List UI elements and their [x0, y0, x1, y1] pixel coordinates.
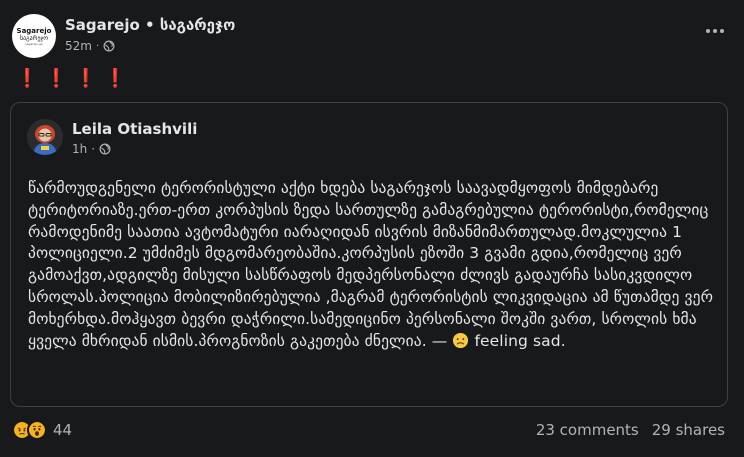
shared-post-meta: 1h · — [72, 142, 111, 156]
reaction-count[interactable]: 44 — [53, 421, 72, 439]
shared-post-text: წარმოუდგენელი ტერორისტული აქტი ხდება საგ… — [28, 178, 718, 352]
shared-author-name[interactable]: Leila Otiashvili — [72, 120, 197, 138]
shared-post-timestamp[interactable]: 1h — [72, 142, 87, 156]
wow-reaction-icon — [27, 420, 47, 440]
dots-glyph — [706, 29, 724, 33]
meta-separator: · — [91, 142, 96, 156]
page-avatar[interactable]: Sagarejo საგარეჯო sagarejo.ge — [12, 14, 56, 58]
globe-icon — [103, 40, 115, 52]
more-options-icon[interactable] — [704, 22, 726, 40]
post-message: ❗❗❗❗ — [16, 68, 134, 89]
meta-separator: · — [95, 40, 100, 52]
post-header: Sagarejo საგარეჯო sagarejo.ge Sagarejo •… — [12, 12, 732, 60]
shared-post-card[interactable]: Leila Otiashvili 1h · წარმოუდგენელი ტერო… — [10, 102, 728, 407]
reactions-summary[interactable]: 44 — [12, 420, 72, 440]
sad-face-icon — [453, 332, 469, 348]
person-avatar-icon — [27, 119, 63, 155]
engagement-stats: 23 comments 29 shares — [536, 421, 725, 439]
page-name-link[interactable]: Sagarejo • საგარეჯო — [65, 16, 235, 34]
post-footer: 44 23 comments 29 shares — [12, 418, 732, 444]
facebook-post: Sagarejo საგარეჯო sagarejo.ge Sagarejo •… — [0, 0, 744, 457]
comments-count-link[interactable]: 23 comments — [536, 421, 639, 439]
feeling-text: feeling sad. — [474, 331, 566, 350]
post-meta: 52m · — [65, 39, 115, 53]
shared-post-body: წარმოუდგენელი ტერორისტული აქტი ხდება საგ… — [28, 179, 719, 350]
globe-icon — [99, 143, 111, 155]
avatar-logo-subtext: საგარეჯო — [20, 34, 48, 42]
avatar-logo-text: Sagarejo — [16, 26, 52, 35]
post-timestamp[interactable]: 52m — [65, 39, 92, 53]
shares-count-link[interactable]: 29 shares — [652, 421, 725, 439]
avatar-logo-url: sagarejo.ge — [25, 41, 43, 46]
shared-author-avatar[interactable] — [27, 119, 63, 155]
